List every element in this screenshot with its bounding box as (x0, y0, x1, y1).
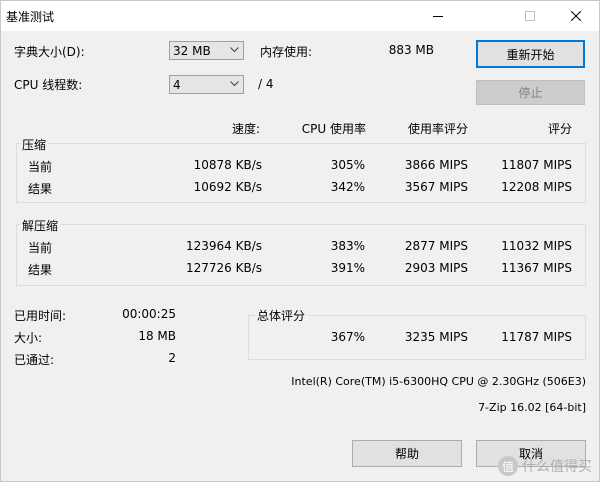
decompress-current-rating: 11032 MIPS (501, 239, 572, 253)
memory-usage-label: 内存使用: (260, 45, 313, 59)
decompress-current-rating-usage: 2877 MIPS (404, 239, 468, 253)
maximize-button[interactable] (507, 1, 553, 31)
elapsed-time-value: 00:00:25 (122, 307, 176, 321)
close-icon (571, 11, 581, 21)
compress-result-rating: 12208 MIPS (501, 180, 572, 194)
cpu-threads-select[interactable]: 4 (169, 75, 244, 94)
compress-current-speed: 10878 KB/s (193, 158, 262, 172)
header-cpu-usage: CPU 使用率 (301, 122, 366, 136)
help-button[interactable]: 帮助 (352, 440, 462, 467)
total-rating-value: 11787 MIPS (501, 330, 572, 344)
decompress-result-speed: 127726 KB/s (185, 261, 262, 275)
watermark-badge: 值 (498, 456, 518, 476)
decompress-current-speed: 123964 KB/s (185, 239, 262, 253)
size-value: 18 MB (138, 329, 176, 343)
elapsed-time-label: 已用时间: (14, 309, 67, 323)
compress-result-speed: 10692 KB/s (193, 180, 262, 194)
passes-label: 已通过: (14, 353, 55, 367)
total-rating-usage: 3235 MIPS (404, 330, 468, 344)
header-rating-usage: 使用率评分 (407, 122, 468, 136)
restart-button[interactable]: 重新开始 (476, 40, 585, 68)
cpu-info: Intel(R) Core(TM) i5-6300HQ CPU @ 2.30GH… (291, 375, 586, 388)
title-bar: 基准测试 (1, 1, 599, 31)
decompress-group (16, 224, 586, 286)
minimize-button[interactable] (415, 1, 461, 31)
dict-size-value: 32 MB (173, 44, 211, 58)
total-rating-label: 总体评分 (255, 307, 308, 324)
cpu-threads-total: / 4 (258, 77, 274, 91)
header-speed: 速度: (231, 122, 260, 136)
cpu-threads-value: 4 (173, 78, 181, 92)
compress-current-usage: 305% (330, 158, 365, 172)
compress-label: 压缩 (20, 136, 49, 153)
chevron-down-icon (230, 47, 239, 53)
compress-result-label: 结果 (28, 182, 53, 196)
decompress-result-rating-usage: 2903 MIPS (404, 261, 468, 275)
decompress-current-label: 当前 (28, 241, 53, 255)
minimize-icon (433, 16, 443, 17)
watermark-text: 什么值得买 (522, 459, 592, 475)
watermark: 值 什么值得买 (498, 456, 592, 476)
total-usage: 367% (330, 330, 365, 344)
stop-button[interactable]: 停止 (476, 80, 585, 105)
passes-value: 2 (168, 351, 176, 365)
chevron-down-icon (230, 81, 239, 87)
maximize-icon (525, 11, 535, 21)
compress-result-rating-usage: 3567 MIPS (404, 180, 468, 194)
memory-usage-value: 883 MB (388, 43, 434, 57)
compress-current-rating-usage: 3866 MIPS (404, 158, 468, 172)
close-button[interactable] (553, 1, 599, 31)
compress-current-rating: 11807 MIPS (501, 158, 572, 172)
decompress-result-usage: 391% (330, 261, 365, 275)
window-title: 基准测试 (6, 10, 55, 24)
size-label: 大小: (14, 331, 43, 345)
version-info: 7-Zip 16.02 [64-bit] (478, 401, 586, 414)
decompress-label: 解压缩 (20, 217, 61, 234)
dict-size-label: 字典大小(D): (14, 45, 85, 59)
compress-group (16, 143, 586, 203)
decompress-result-label: 结果 (28, 263, 53, 277)
dict-size-select[interactable]: 32 MB (169, 41, 244, 60)
compress-result-usage: 342% (330, 180, 365, 194)
decompress-current-usage: 383% (330, 239, 365, 253)
cpu-threads-label: CPU 线程数: (14, 78, 83, 92)
header-rating: 评分 (547, 122, 572, 136)
decompress-result-rating: 11367 MIPS (501, 261, 572, 275)
compress-current-label: 当前 (28, 160, 53, 174)
